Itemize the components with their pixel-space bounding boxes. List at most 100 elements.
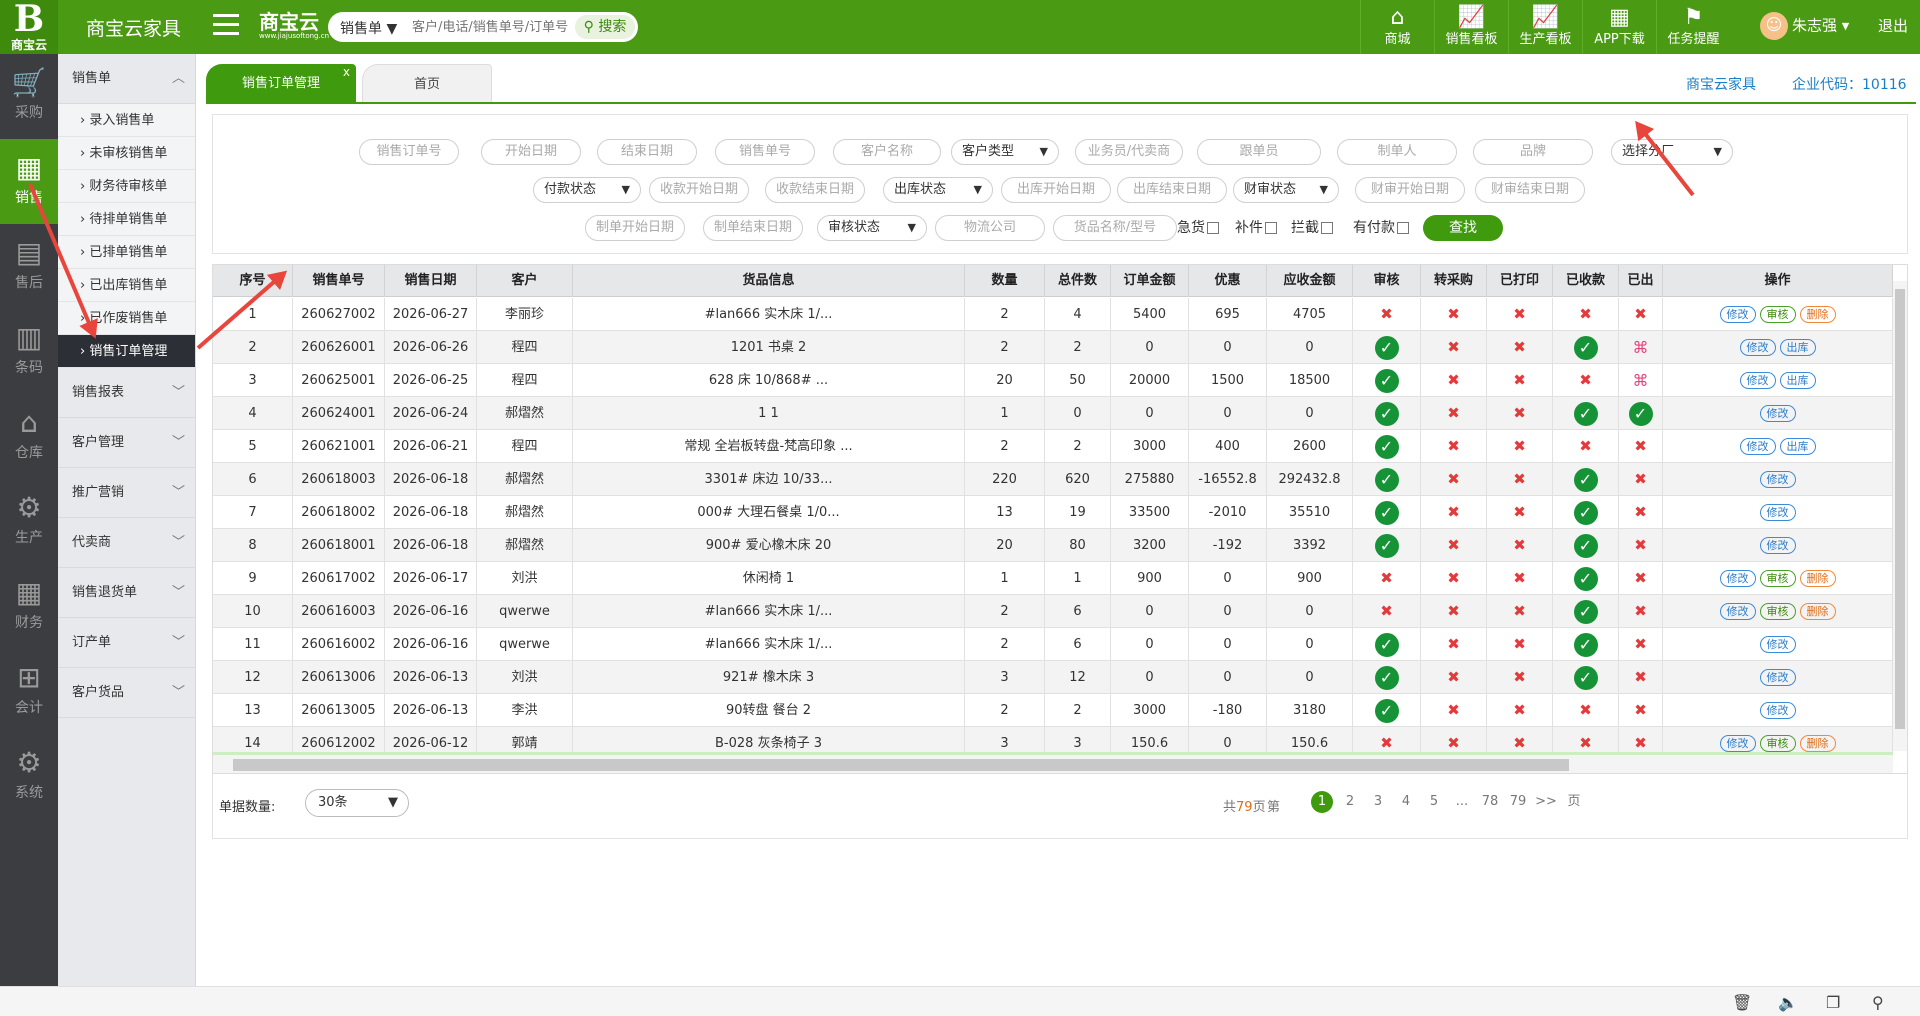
filter-input[interactable]: 销售订单号 — [359, 139, 459, 165]
table-row[interactable]: 8 260618001 2026-06-18 郝熠然 900# 爱心橡木床 20 20 80… — [213, 529, 1893, 562]
edit-button[interactable]: 修改 — [1739, 372, 1776, 389]
filter-select[interactable]: 出库状态 ▼ — [883, 177, 993, 203]
edit-button[interactable]: 修改 — [1739, 339, 1776, 356]
table-row[interactable]: 10 260616003 2026-06-16 qwerwe #lan666 实木床 1… — [213, 595, 1893, 628]
filter-select[interactable]: 财审状态 ▼ — [1233, 177, 1339, 203]
module-production[interactable]: ⚙ 生产 — [0, 479, 58, 564]
filter-input[interactable]: 制单开始日期 — [585, 215, 685, 241]
filter-select[interactable]: 选择分厂 ▼ — [1611, 139, 1733, 165]
trash-icon[interactable]: 🗑 — [1732, 993, 1752, 1012]
filter-input[interactable]: 开始日期 — [481, 139, 581, 165]
horizontal-scrollbar[interactable] — [213, 755, 1893, 773]
audit-button[interactable]: 审核 — [1759, 570, 1796, 587]
hamburger-menu-icon[interactable] — [213, 14, 239, 36]
column-header[interactable]: 订单金额 — [1111, 265, 1189, 297]
module-purchase[interactable]: 🛒 采购 — [0, 54, 58, 139]
filter-input[interactable]: 货品名称/型号 — [1053, 215, 1177, 241]
page-current[interactable]: 1 — [1311, 791, 1333, 813]
edit-button[interactable]: 修改 — [1759, 702, 1796, 719]
topnav-task-reminder[interactable]: ⚑ 任务提醒 — [1656, 0, 1730, 54]
checkbox-box[interactable] — [1397, 222, 1409, 234]
outbound-button[interactable]: 出库 — [1779, 372, 1816, 389]
scroll-thumb[interactable] — [1895, 289, 1905, 729]
page-link[interactable]: 2 — [1339, 791, 1361, 813]
delete-button[interactable]: 删除 — [1799, 735, 1836, 752]
column-header[interactable]: 转采购 — [1421, 265, 1487, 297]
edit-button[interactable]: 修改 — [1759, 669, 1796, 686]
table-row[interactable]: 5 260621001 2026-06-21 程四 常规 全岩板转盘-梵高印象 ... 2… — [213, 430, 1893, 463]
delete-button[interactable]: 删除 — [1799, 306, 1836, 323]
edit-button[interactable]: 修改 — [1759, 537, 1796, 554]
column-header[interactable]: 已打印 — [1487, 265, 1553, 297]
edit-button[interactable]: 修改 — [1759, 504, 1796, 521]
filter-checkbox[interactable]: 有付款 — [1353, 215, 1409, 241]
submenu-item[interactable]: › 已排单销售单 — [58, 236, 195, 269]
filter-select[interactable]: 付款状态 ▼ — [533, 177, 641, 203]
edit-button[interactable]: 修改 — [1719, 603, 1756, 620]
edit-button[interactable]: 修改 — [1759, 471, 1796, 488]
table-row[interactable]: 7 260618002 2026-06-18 郝熠然 000# 大理石餐桌 1/0...… — [213, 496, 1893, 529]
page-link[interactable]: 3 — [1367, 791, 1389, 813]
page-link[interactable]: >> — [1535, 791, 1557, 813]
edit-button[interactable]: 修改 — [1719, 570, 1756, 587]
column-header[interactable]: 审核 — [1353, 265, 1421, 297]
outbound-button[interactable]: 出库 — [1779, 339, 1816, 356]
checkbox-box[interactable] — [1265, 222, 1277, 234]
checkbox-box[interactable] — [1321, 222, 1333, 234]
page-link[interactable]: 79 — [1507, 791, 1529, 813]
table-row[interactable]: 11 260616002 2026-06-16 qwerwe #lan666 实木床 1… — [213, 628, 1893, 661]
column-header[interactable]: 总件数 — [1045, 265, 1111, 297]
edit-button[interactable]: 修改 — [1719, 735, 1756, 752]
column-header[interactable]: 客户 — [477, 265, 573, 297]
submenu-group[interactable]: 推广营销 ﹀ — [58, 468, 195, 518]
submenu-group-sales-order[interactable]: 销售单 ︿ — [58, 54, 195, 104]
topnav-shop[interactable]: ⌂ 商城 — [1360, 0, 1434, 54]
search-icon[interactable]: ⚲ — [1872, 993, 1884, 1012]
submenu-group[interactable]: 客户管理 ﹀ — [58, 418, 195, 468]
delete-button[interactable]: 删除 — [1799, 570, 1836, 587]
submenu-group[interactable]: 销售退货单 ﹀ — [58, 568, 195, 618]
edit-button[interactable]: 修改 — [1759, 636, 1796, 653]
filter-select[interactable]: 审核状态 ▼ — [817, 215, 927, 241]
tab-sales-order-management[interactable]: 销售订单管理 x — [206, 64, 356, 102]
table-row[interactable]: 9 260617002 2026-06-17 刘洪 休闲椅 1 1 1 900 0 900 ✖ ✖ ✖ ✓… — [213, 562, 1893, 595]
audit-button[interactable]: 审核 — [1759, 603, 1796, 620]
column-header[interactable]: 优惠 — [1189, 265, 1267, 297]
submenu-item[interactable]: › 待排单销售单 — [58, 203, 195, 236]
find-button[interactable]: 查找 — [1423, 215, 1503, 241]
filter-checkbox[interactable]: 拦截 — [1291, 215, 1333, 241]
submenu-item[interactable]: › 未审核销售单 — [58, 137, 195, 170]
edit-button[interactable]: 修改 — [1739, 438, 1776, 455]
filter-input[interactable]: 财审结束日期 — [1475, 177, 1585, 203]
table-row[interactable]: 1 260627002 2026-06-27 李丽珍 #lan666 实木床 1/...… — [213, 298, 1893, 331]
column-header[interactable]: 已收款 — [1553, 265, 1619, 297]
module-system[interactable]: ⚙ 系统 — [0, 734, 58, 819]
module-sales[interactable]: ▦ 销售 — [0, 139, 58, 224]
checkbox-box[interactable] — [1207, 222, 1219, 234]
submenu-group[interactable]: 销售报表 ﹀ — [58, 368, 195, 418]
search-type-select[interactable]: 销售单 ▼ — [340, 18, 397, 38]
submenu-group[interactable]: 代卖商 ﹀ — [58, 518, 195, 568]
filter-input[interactable]: 收款开始日期 — [649, 177, 749, 203]
speaker-icon[interactable]: 🔈 — [1778, 993, 1798, 1012]
filter-input[interactable]: 出库结束日期 — [1117, 177, 1227, 203]
filter-checkbox[interactable]: 急货 — [1177, 215, 1219, 241]
submenu-item[interactable]: › 录入销售单 — [58, 104, 195, 137]
filter-input[interactable]: 收款结束日期 — [765, 177, 865, 203]
topnav-sales-board[interactable]: 📈 销售看板 — [1434, 0, 1508, 54]
column-header[interactable]: 销售单号 — [293, 265, 385, 297]
close-icon[interactable]: x — [343, 52, 350, 92]
table-row[interactable]: 12 260613006 2026-06-13 刘洪 921# 橡木床 3 3 12 0 0 0 ✓… — [213, 661, 1893, 694]
filter-input[interactable]: 业务员/代卖商 — [1075, 139, 1183, 165]
logout-link[interactable]: 退出 — [1878, 15, 1908, 36]
audit-button[interactable]: 审核 — [1759, 306, 1796, 323]
table-row[interactable]: 3 260625001 2026-06-25 程四 628 床 10/868# ... 2… — [213, 364, 1893, 397]
module-barcode[interactable]: ▥ 条码 — [0, 309, 58, 394]
column-header[interactable]: 操作 — [1663, 265, 1893, 297]
submenu-item[interactable]: › 已作废销售单 — [58, 302, 195, 335]
page-link[interactable]: 78 — [1479, 791, 1501, 813]
user-menu[interactable]: ☺ 朱志强 ▾ — [1760, 12, 1849, 40]
filter-input[interactable]: 物流公司 — [935, 215, 1045, 241]
submenu-group[interactable]: 订产单 ﹀ — [58, 618, 195, 668]
submenu-item-order-management[interactable]: › 销售订单管理 — [58, 335, 195, 368]
